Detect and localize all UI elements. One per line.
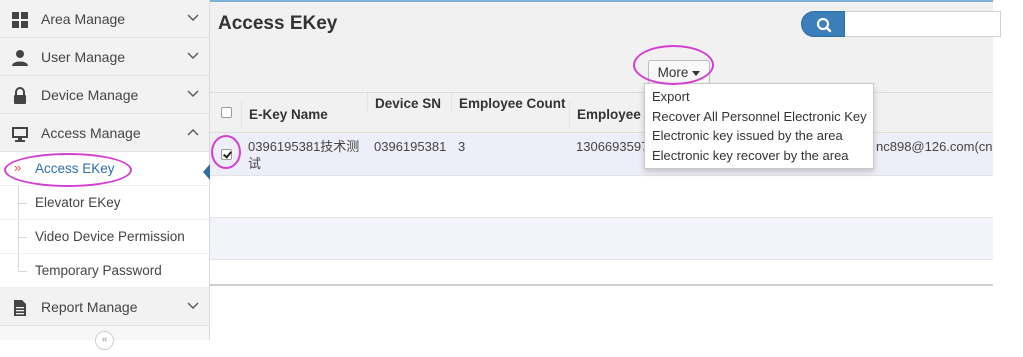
sidebar-item-label: Video Device Permission [35,229,185,244]
access-submenu: » Access EKey Elevator EKey Video Device… [0,152,209,288]
table-row-empty [210,260,993,286]
caret-down-icon [692,70,701,76]
sidebar-item-label: Elevator EKey [35,195,121,210]
sidebar-group-label: User Manage [41,48,126,65]
column-header-employee-count[interactable]: Employee Count [451,93,569,113]
sidebar-group-user-manage[interactable]: User Manage [0,38,209,76]
row-checkbox[interactable] [221,149,232,160]
cell-device-sn: 0396195381 [374,139,447,154]
sidebar-group-device-manage[interactable]: Device Manage [0,76,209,114]
chevron-down-icon [187,14,199,21]
more-button[interactable]: More [648,60,710,84]
select-all-checkbox[interactable] [221,107,232,118]
chevron-down-icon [187,52,199,59]
sidebar-item-label: Access EKey [35,161,115,176]
sidebar-item-elevator-ekey[interactable]: Elevator EKey [0,186,209,220]
user-icon [12,50,28,66]
cell-employee-count: 3 [458,139,466,154]
sidebar-group-access-manage[interactable]: Access Manage [0,114,209,152]
menu-item-export[interactable]: Export [645,87,873,107]
page-title: Access EKey [218,13,338,34]
sidebar-item-video-device-permission[interactable]: Video Device Permission [0,220,209,254]
sidebar-item-label: Temporary Password [35,263,162,278]
more-dropdown-menu: Export Recover All Personnel Electronic … [644,83,874,169]
sidebar-group-report-manage[interactable]: Report Manage [0,288,209,326]
table-row[interactable]: 0396195381技术测 试 0396195381 3 1306693597 … [210,134,993,176]
main-panel: Access EKey More E-Key Name Device SN Em… [210,0,1001,286]
active-indicator-icon: » [14,160,22,175]
sidebar: Area Manage User Manage Device Manage Ac… [0,0,210,350]
collapse-sidebar-button[interactable]: « [95,331,114,350]
search-icon [816,17,832,33]
sidebar-group-label: Device Manage [41,86,139,103]
cell-employee-c: 1306693597 [576,139,649,154]
table-row-empty [210,218,993,260]
sidebar-item-temporary-password[interactable]: Temporary Password [0,254,209,288]
more-button-label: More [657,64,689,80]
menu-item-issued-by-area[interactable]: Electronic key issued by the area [645,126,873,146]
active-item-caret [203,164,210,180]
monitor-icon [12,127,28,142]
sidebar-group-label: Access Manage [41,124,141,141]
menu-item-recover-all[interactable]: Recover All Personnel Electronic Key [645,107,873,127]
document-icon [14,300,26,316]
column-header-ekey-name[interactable]: E-Key Name [241,101,367,127]
grid-icon [12,12,28,28]
menu-item-recover-by-area[interactable]: Electronic key recover by the area [645,146,873,166]
lock-icon [14,87,26,104]
chevron-down-icon [187,90,199,97]
cell-ekey-name: 0396195381技术测 试 [248,139,360,171]
chevron-down-icon [187,302,199,309]
sidebar-group-label: Area Manage [41,10,126,27]
search-input[interactable] [845,11,1001,37]
column-header-device-sn[interactable]: Device SN [367,93,451,113]
cell-email: nc898@126.com(cnc [876,139,993,154]
sidebar-item-access-ekey[interactable]: » Access EKey [0,152,209,186]
table-header: E-Key Name Device SN Employee Count Empl… [210,93,993,133]
sidebar-group-area-manage[interactable]: Area Manage [0,0,209,38]
search-button[interactable] [801,11,845,37]
ekey-table: E-Key Name Device SN Employee Count Empl… [210,93,993,286]
table-row-empty [210,176,993,218]
sidebar-group-label: Report Manage [41,298,138,315]
search-box [801,11,1001,37]
chevron-up-icon [187,129,199,136]
